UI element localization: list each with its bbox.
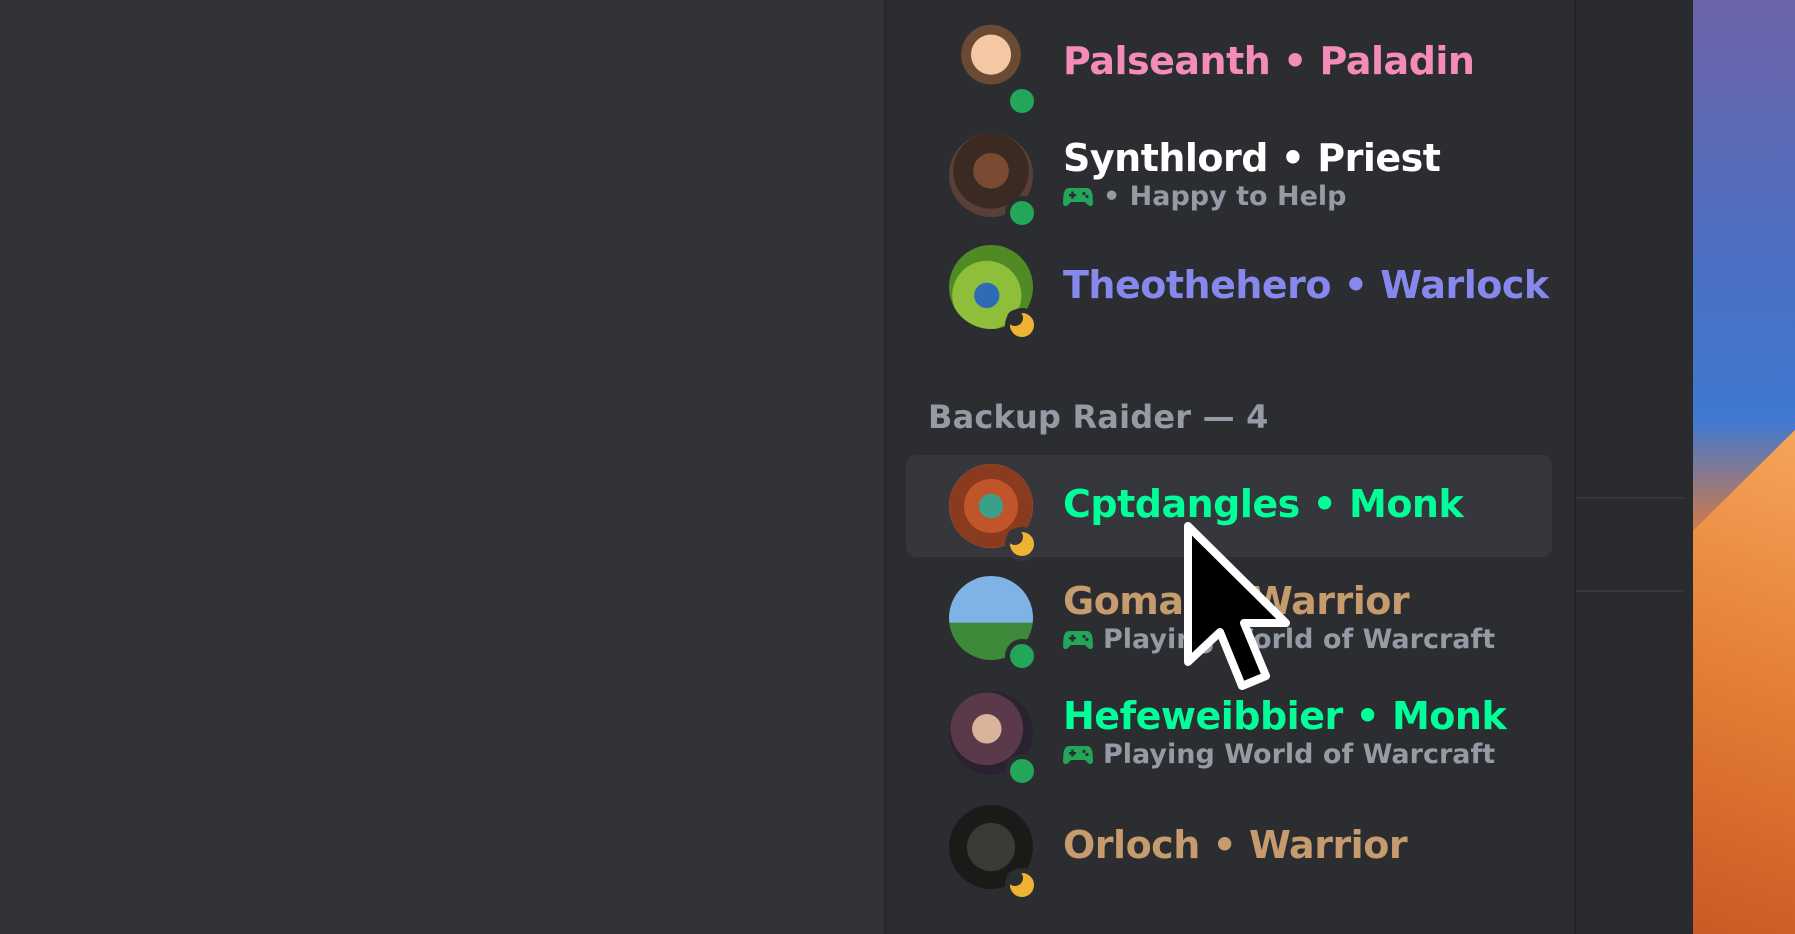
online-status-icon — [1005, 196, 1039, 230]
activity-text: Playing World of Warcraft — [1103, 739, 1496, 770]
member-name: Cptdangles • Monk — [1063, 482, 1464, 526]
member-name: Hefeweibbier • Monk — [1063, 694, 1507, 738]
member-activity: Playing World of Warcraft — [1063, 739, 1495, 770]
mouse-cursor-icon — [1184, 522, 1290, 690]
online-status-icon — [1005, 84, 1039, 118]
online-status-icon — [1005, 639, 1039, 673]
member-name: Synthlord • Priest — [1063, 136, 1441, 180]
idle-status-icon — [1005, 308, 1039, 342]
member-name: Theothehero • Warlock — [1063, 263, 1549, 307]
member-item-synthlord[interactable]: Synthlord • Priest • Happy to Help — [906, 124, 1552, 230]
member-item-orloch[interactable]: Orloch • Warrior — [906, 796, 1552, 902]
desktop-wallpaper — [1693, 0, 1795, 934]
activity-text: Playing World of Warcraft — [1103, 624, 1496, 655]
activity-text: • Happy to Help — [1103, 181, 1347, 212]
gamepad-icon — [1063, 630, 1093, 649]
gamepad-icon — [1063, 745, 1093, 764]
member-item-theothehero[interactable]: Theothehero • Warlock — [906, 236, 1552, 342]
chat-area — [0, 0, 884, 934]
idle-status-icon — [1005, 527, 1039, 561]
member-name: Palseanth • Paladin — [1063, 39, 1475, 83]
role-section-header: Backup Raider — 4 — [928, 398, 1269, 436]
online-status-icon — [1005, 754, 1039, 788]
right-sidebar-strip — [1574, 0, 1695, 934]
member-activity: • Happy to Help — [1063, 181, 1346, 212]
member-item-hefeweibbier[interactable]: Hefeweibbier • Monk Playing World of War… — [906, 682, 1552, 788]
gamepad-icon — [1063, 187, 1093, 206]
member-item-palseanth[interactable]: Palseanth • Paladin — [906, 12, 1552, 118]
member-name: Orloch • Warrior — [1063, 823, 1408, 867]
strip-divider — [1576, 497, 1683, 499]
strip-divider — [1576, 590, 1683, 592]
idle-status-icon — [1005, 868, 1039, 902]
